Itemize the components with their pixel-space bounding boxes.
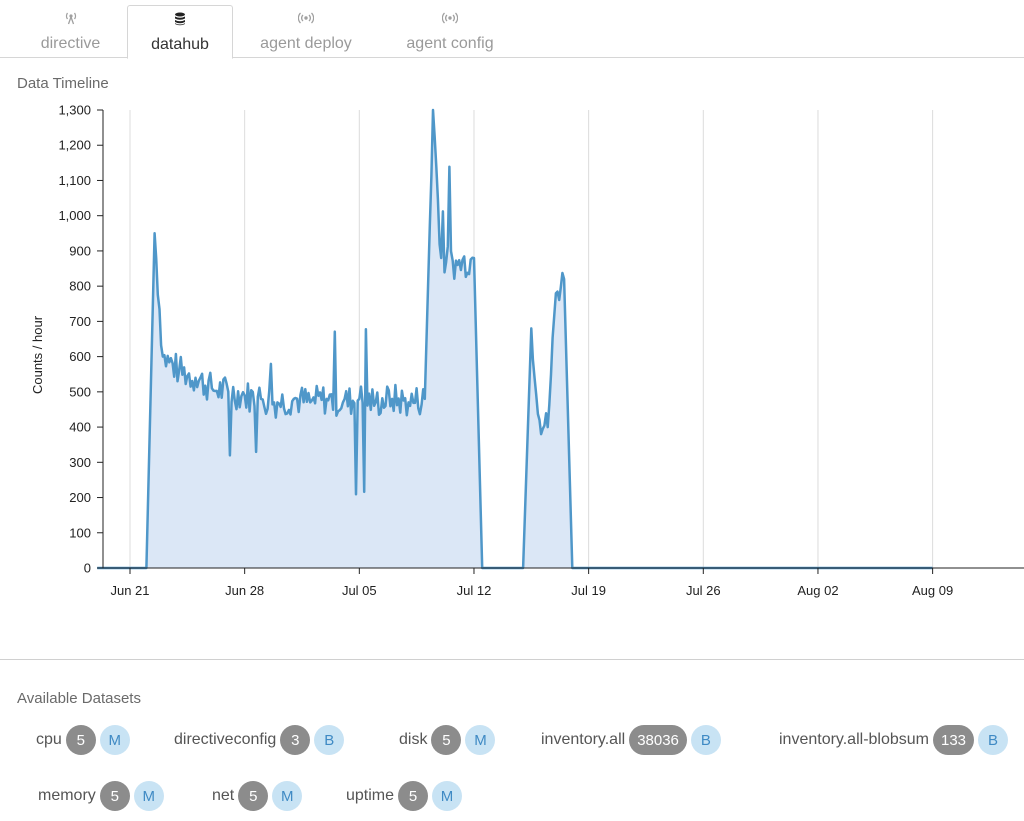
dataset-count-badge: 5 xyxy=(99,781,130,811)
x-tick-label: Aug 09 xyxy=(912,583,953,598)
datasets-title: Available Datasets xyxy=(17,690,141,707)
dataset-type-badge[interactable]: B xyxy=(314,725,345,755)
dataset-memory[interactable]: memory 5 M xyxy=(38,780,164,812)
chart-area xyxy=(97,110,933,568)
database-icon xyxy=(175,12,185,26)
dataset-name: memory xyxy=(38,787,96,804)
dataset-inventory-all[interactable]: inventory.all 38036 B xyxy=(541,724,721,756)
dataset-inventory-all-blobsum[interactable]: inventory.all-blobsum 133 B xyxy=(779,724,1009,756)
dataset-type-badge[interactable]: M xyxy=(465,725,496,755)
x-tick-label: Jun 21 xyxy=(110,583,149,598)
data-timeline-chart: 0 100 200 300 400 500 600 700 800 900 1,000 1,100 1,… xyxy=(30,103,1024,598)
x-tick-label: Jul 26 xyxy=(686,583,721,598)
tab-bar: directive datahub agent deploy agent con… xyxy=(0,0,1024,59)
x-tick-label: Jul 19 xyxy=(571,583,606,598)
dataset-type-badge[interactable]: B xyxy=(690,725,721,755)
x-tick-label: Jul 05 xyxy=(342,583,377,598)
dataset-directiveconfig[interactable]: directiveconfig 3 B xyxy=(174,724,345,756)
dataset-name: net xyxy=(212,787,235,804)
dataset-name: inventory.all-blobsum xyxy=(779,731,929,748)
section-divider xyxy=(0,659,1024,660)
dataset-count-badge: 5 xyxy=(65,725,96,755)
dataset-count-badge: 5 xyxy=(398,781,429,811)
tab-directive[interactable]: directive xyxy=(13,5,128,59)
y-tick-label: 800 xyxy=(69,279,91,294)
dataset-cpu[interactable]: cpu 5 M xyxy=(36,724,130,756)
dataset-type-badge[interactable]: M xyxy=(133,781,164,811)
dataset-uptime[interactable]: uptime 5 M xyxy=(346,780,463,812)
dataset-net[interactable]: net 5 M xyxy=(212,780,303,812)
y-axis-label: Counts / hour xyxy=(30,315,45,394)
dataset-count-badge: 38036 xyxy=(629,725,687,755)
dataset-name: directiveconfig xyxy=(174,731,277,748)
y-tick-label: 300 xyxy=(69,455,91,470)
x-tick-label: Jul 12 xyxy=(457,583,492,598)
tab-agent-config[interactable]: agent config xyxy=(388,5,512,59)
datasets-row: memory 5 M net 5 M uptime 5 M xyxy=(0,780,1024,812)
antenna-icon xyxy=(65,12,76,25)
y-tick-label: 400 xyxy=(69,420,91,435)
y-tick-label: 600 xyxy=(69,349,91,364)
x-axis: Jun 21 Jun 28 Jul 05 Jul 12 Jul 19 Jul 26 Aug … xyxy=(103,567,1024,598)
y-tick-label: 200 xyxy=(69,490,91,505)
dataset-type-badge[interactable]: M xyxy=(272,781,303,811)
datasets-row: cpu 5 M directiveconfig 3 B disk 5 M inv… xyxy=(0,724,1024,756)
dataset-type-badge[interactable]: M xyxy=(432,781,463,811)
tab-datahub[interactable]: datahub xyxy=(127,5,233,59)
y-tick-label: 1,300 xyxy=(58,103,91,118)
dataset-name: cpu xyxy=(36,731,62,748)
dataset-type-badge[interactable]: B xyxy=(978,725,1009,755)
y-tick-label: 1,200 xyxy=(58,138,91,153)
tab-label: directive xyxy=(40,35,101,52)
tab-label: datahub xyxy=(151,36,209,53)
y-tick-label: 700 xyxy=(69,314,91,329)
tab-label: agent config xyxy=(406,35,494,52)
dataset-disk[interactable]: disk 5 M xyxy=(399,724,496,756)
tab-agent-deploy[interactable]: agent deploy xyxy=(245,5,367,59)
dataset-type-badge[interactable]: M xyxy=(99,725,130,755)
broadcast-icon xyxy=(298,12,314,24)
y-tick-label: 500 xyxy=(69,384,91,399)
dataset-count-badge: 3 xyxy=(280,725,311,755)
timeline-title: Data Timeline xyxy=(17,75,109,92)
dataset-name: uptime xyxy=(346,787,395,804)
dataset-name: inventory.all xyxy=(541,731,626,748)
y-tick-label: 900 xyxy=(69,243,91,258)
x-tick-label: Jun 28 xyxy=(225,583,264,598)
dataset-count-badge: 5 xyxy=(431,725,462,755)
y-axis: 0 100 200 300 400 500 600 700 800 900 1,000 1,100 1,… xyxy=(58,103,104,576)
y-tick-label: 100 xyxy=(69,525,91,540)
tab-label: agent deploy xyxy=(260,35,352,52)
dataset-count-badge: 133 xyxy=(933,725,975,755)
dataset-count-badge: 5 xyxy=(238,781,269,811)
broadcast-icon xyxy=(442,12,458,24)
y-tick-label: 1,000 xyxy=(58,208,91,223)
y-tick-label: 0 xyxy=(84,561,91,576)
dataset-name: disk xyxy=(399,731,428,748)
x-tick-label: Aug 02 xyxy=(797,583,838,598)
y-tick-label: 1,100 xyxy=(58,173,91,188)
